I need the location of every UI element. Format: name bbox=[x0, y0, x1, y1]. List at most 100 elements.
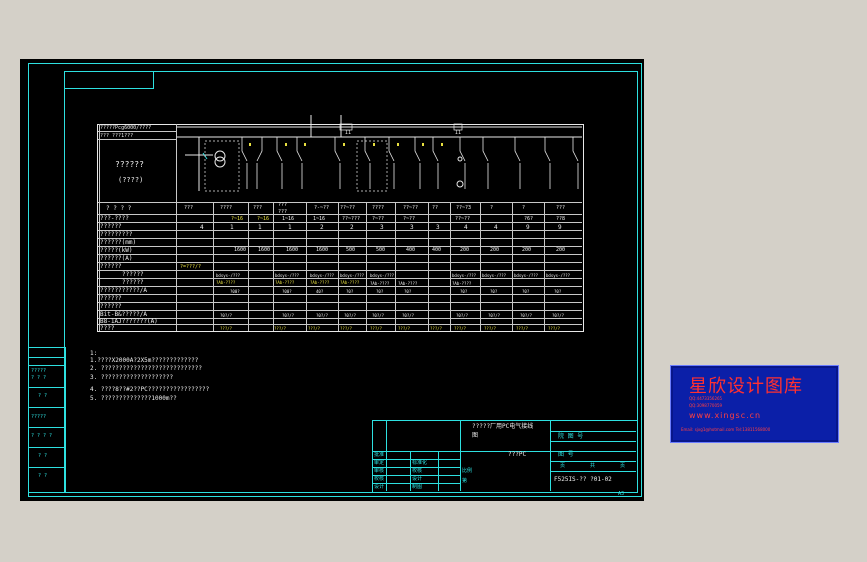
row3-c7: 3 bbox=[380, 224, 384, 231]
circuit-name-8: ??~?? bbox=[403, 205, 419, 211]
p3-c9: ?0? bbox=[522, 289, 530, 294]
mm-c4: 1600 bbox=[316, 247, 329, 253]
p1-c7: bdsys-/??? bbox=[452, 273, 477, 278]
row3-c6: 2 bbox=[350, 224, 354, 231]
sig-row-2: 审定 bbox=[374, 460, 385, 466]
header-line-1: ?????Pcg6000/???? bbox=[100, 125, 152, 131]
circuit-number-4: 1~16 bbox=[313, 216, 326, 222]
end-c11: ???/? bbox=[548, 326, 561, 331]
circuit-number-10: ??8 bbox=[556, 216, 566, 222]
row3-c3: 1 bbox=[258, 224, 262, 231]
bottom-c4: ?0?/? bbox=[344, 313, 357, 318]
strip-cell-2: ? ? bbox=[38, 393, 48, 399]
bottom-c2: ?0?/? bbox=[282, 313, 295, 318]
sig-row-3: 审核 bbox=[374, 468, 385, 474]
single-line-diagram: I1 I1 bbox=[177, 115, 582, 192]
row-q-labels: ? ? ? ? bbox=[106, 205, 132, 212]
sig-row-4: 校核 bbox=[374, 476, 385, 482]
sig-right-1: 标准化 bbox=[412, 460, 428, 466]
end-c4: ???/? bbox=[340, 326, 353, 331]
stamp-site: www.xingsc.cn bbox=[689, 411, 762, 420]
circuit-name-9: ?? bbox=[432, 205, 439, 211]
row-label-3: ????????? bbox=[100, 231, 133, 238]
row3-c11: 4 bbox=[494, 224, 498, 231]
p1-c1: ?=???/? bbox=[180, 264, 202, 270]
circuit-name-10: ??~?3 bbox=[456, 205, 472, 211]
p3-c6: ?0? bbox=[404, 289, 412, 294]
p3-c3: 40? bbox=[316, 289, 324, 294]
strip-cell-5: ? ? bbox=[38, 453, 48, 459]
bottom-c10: ?0?/? bbox=[552, 313, 565, 318]
center-note: ???PC bbox=[508, 451, 527, 458]
p3-c2: ?00? bbox=[282, 289, 292, 294]
circuit-name-12: ? bbox=[522, 205, 526, 211]
misc-1: 比例 bbox=[462, 468, 473, 474]
p3-c10: ?0? bbox=[554, 289, 562, 294]
end-c2: ???/? bbox=[274, 326, 287, 331]
mm-c11: 200 bbox=[522, 247, 532, 253]
row3-c9: 3 bbox=[436, 224, 440, 231]
drawing-number: F525IS-?? ?01-02 bbox=[554, 476, 612, 483]
page-corner: A3 bbox=[618, 491, 625, 497]
circuit-name-13: ??? bbox=[556, 205, 566, 211]
end-c6: ???/? bbox=[398, 326, 411, 331]
end-c3: ???/? bbox=[308, 326, 321, 331]
p1-c3: bdsys-/??? bbox=[275, 273, 300, 278]
cad-drawing-canvas[interactable]: ?????Pcg6000/???? ??? ???1??? ?????? (??… bbox=[20, 59, 644, 501]
row-label-11: ?????? bbox=[100, 295, 122, 302]
corner-tab bbox=[64, 71, 154, 89]
note-3: 3. ???????????????????? bbox=[90, 374, 174, 381]
mm-c1: 1600 bbox=[234, 247, 247, 253]
p1-c2: bdsys-/??? bbox=[216, 273, 241, 278]
circuit-number-9: ?6? bbox=[524, 216, 534, 222]
stamp-contact: Email: sjxg1@hotmail.com Tel:13811568000 bbox=[681, 427, 771, 432]
p2-c4: ?Ab-???? bbox=[340, 280, 360, 285]
row-label-1: ???-???? bbox=[100, 215, 129, 222]
row-label-10: ???????????/A bbox=[100, 287, 147, 294]
row-label-7: ?????? bbox=[100, 263, 122, 270]
bottom-c8: ?0?/? bbox=[488, 313, 501, 318]
p3-c8: ?0? bbox=[490, 289, 498, 294]
row3-c1: 4 bbox=[200, 224, 204, 231]
sig-right-3: 设计 bbox=[412, 476, 423, 482]
mm-c3: 1600 bbox=[286, 247, 299, 253]
p2-c3: ?Ab-???? bbox=[310, 280, 330, 285]
misc-5: 页 bbox=[620, 463, 626, 469]
panel-title: ?????? bbox=[115, 160, 144, 169]
bottom-c9: ?0?/? bbox=[520, 313, 533, 318]
note-4: 4. ????8??#2??PC????????????????? bbox=[90, 386, 210, 393]
p1-c6: bdsys-/??? bbox=[370, 273, 395, 278]
circuit-number-1: ?~16 bbox=[231, 216, 244, 222]
circuit-number-8: ??~?? bbox=[455, 216, 471, 222]
row-label-2: ?????? bbox=[100, 223, 122, 230]
stamp-title: 星欣设计图库 bbox=[689, 376, 803, 397]
circuit-number-6: ?~?? bbox=[372, 216, 385, 222]
bottom-c1: ?0?/? bbox=[220, 313, 233, 318]
p1-c9: bdsys-/??? bbox=[514, 273, 539, 278]
end-c9: ???/? bbox=[484, 326, 497, 331]
watermark-stamp: 星欣设计图库 QQ:4473356265 QQ:3098770059 www.x… bbox=[670, 365, 839, 443]
header-line-2: ??? ???1??? bbox=[100, 133, 134, 139]
drawing-title: ?????厂用PC电气接线 bbox=[472, 423, 534, 430]
row3-c2: 1 bbox=[230, 224, 234, 231]
row-label-5: ?????(kW) bbox=[100, 247, 133, 254]
bottom-c3: ?0?/? bbox=[316, 313, 329, 318]
row-label-8: ?????? bbox=[122, 271, 144, 278]
p2-c1: ?Ab-???? bbox=[216, 280, 236, 285]
p1-c10: bdsys-/??? bbox=[546, 273, 571, 278]
row3-c10: 4 bbox=[464, 224, 468, 231]
p2-c7: ?Ab-???? bbox=[452, 281, 472, 286]
circuit-number-2: ?~16 bbox=[257, 216, 270, 222]
row3-c4: 1 bbox=[288, 224, 292, 231]
note-5: 5. ??????????????1000m?? bbox=[90, 395, 177, 402]
end-c7: ???/? bbox=[430, 326, 443, 331]
mm-c7: 400 bbox=[406, 247, 416, 253]
row-label-4: ??????(mm) bbox=[100, 239, 137, 246]
p1-c5: bdsys-/??? bbox=[340, 273, 365, 278]
row3-c12: 9 bbox=[526, 224, 530, 231]
row-label-15: ???? bbox=[100, 325, 115, 332]
sig-row-5: 设计 bbox=[374, 484, 385, 490]
end-c10: ???/? bbox=[516, 326, 529, 331]
row3-c13: 9 bbox=[558, 224, 562, 231]
mm-c5: 500 bbox=[346, 247, 356, 253]
